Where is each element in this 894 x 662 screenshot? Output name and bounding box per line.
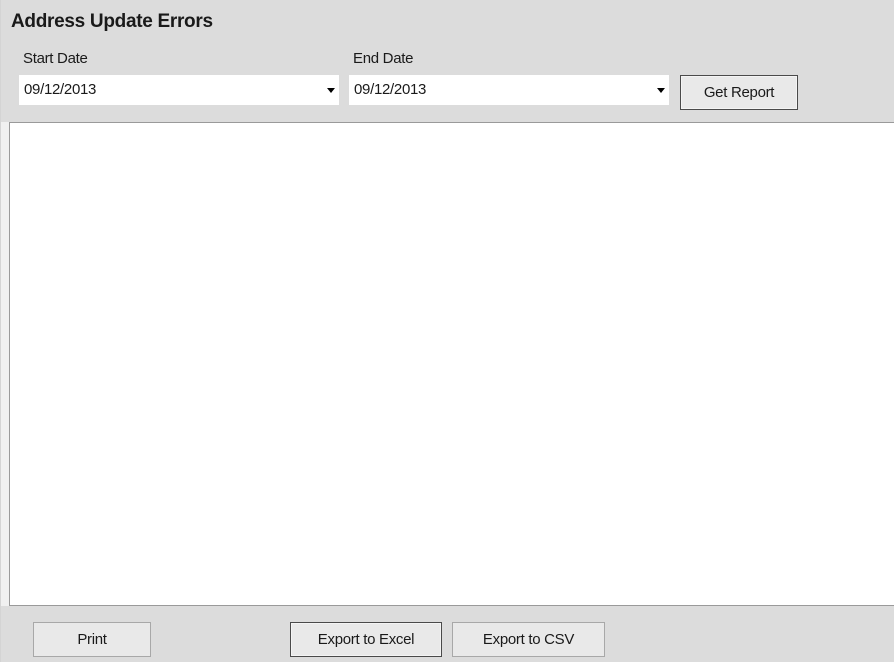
start-date-value: 09/12/2013 bbox=[24, 81, 97, 98]
filter-header: Address Update Errors Start Date 09/12/2… bbox=[1, 0, 894, 122]
get-report-button[interactable]: Get Report bbox=[680, 75, 798, 110]
report-viewer[interactable] bbox=[9, 122, 894, 606]
export-csv-button[interactable]: Export to CSV bbox=[452, 622, 605, 657]
address-update-errors-window: Address Update Errors Start Date 09/12/2… bbox=[0, 0, 894, 662]
end-date-picker[interactable]: 09/12/2013 bbox=[349, 75, 669, 105]
page-title: Address Update Errors bbox=[11, 11, 213, 32]
export-excel-button[interactable]: Export to Excel bbox=[290, 622, 442, 657]
footer-toolbar: Print Export to Excel Export to CSV bbox=[1, 606, 894, 662]
print-button[interactable]: Print bbox=[33, 622, 151, 657]
start-date-picker[interactable]: 09/12/2013 bbox=[19, 75, 339, 105]
end-date-value: 09/12/2013 bbox=[354, 81, 427, 98]
start-date-label: Start Date bbox=[23, 50, 88, 67]
chevron-down-icon[interactable] bbox=[327, 88, 335, 93]
end-date-label: End Date bbox=[353, 50, 414, 67]
chevron-down-icon[interactable] bbox=[657, 88, 665, 93]
